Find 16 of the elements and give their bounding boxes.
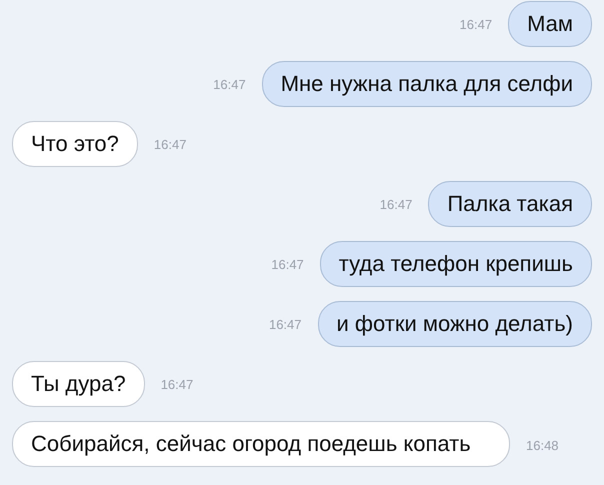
message-time: 16:47 [154, 136, 186, 152]
message-bubble: Ты дура? [12, 361, 145, 407]
message-bubble: Мам [508, 1, 592, 47]
message-time: 16:47 [271, 256, 304, 272]
message-time: 16:47 [268, 316, 302, 332]
message-bubble: туда телефон крепишь [320, 241, 592, 287]
message-time: 16:47 [460, 16, 492, 32]
message-bubble: Мне нужна палка для селфи [262, 61, 592, 107]
message-bubble: Что это? [12, 121, 138, 167]
message-time: 16:47 [213, 76, 246, 92]
message-time: 16:47 [380, 196, 412, 212]
message-bubble: Собирайся, сейчас огород поедешь копать [12, 421, 510, 467]
message-bubble: и фотки можно делать) [318, 301, 592, 347]
message-bubble: Палка такая [428, 181, 592, 227]
message-time: 16:48 [526, 438, 559, 455]
message-time: 16:47 [160, 376, 194, 392]
